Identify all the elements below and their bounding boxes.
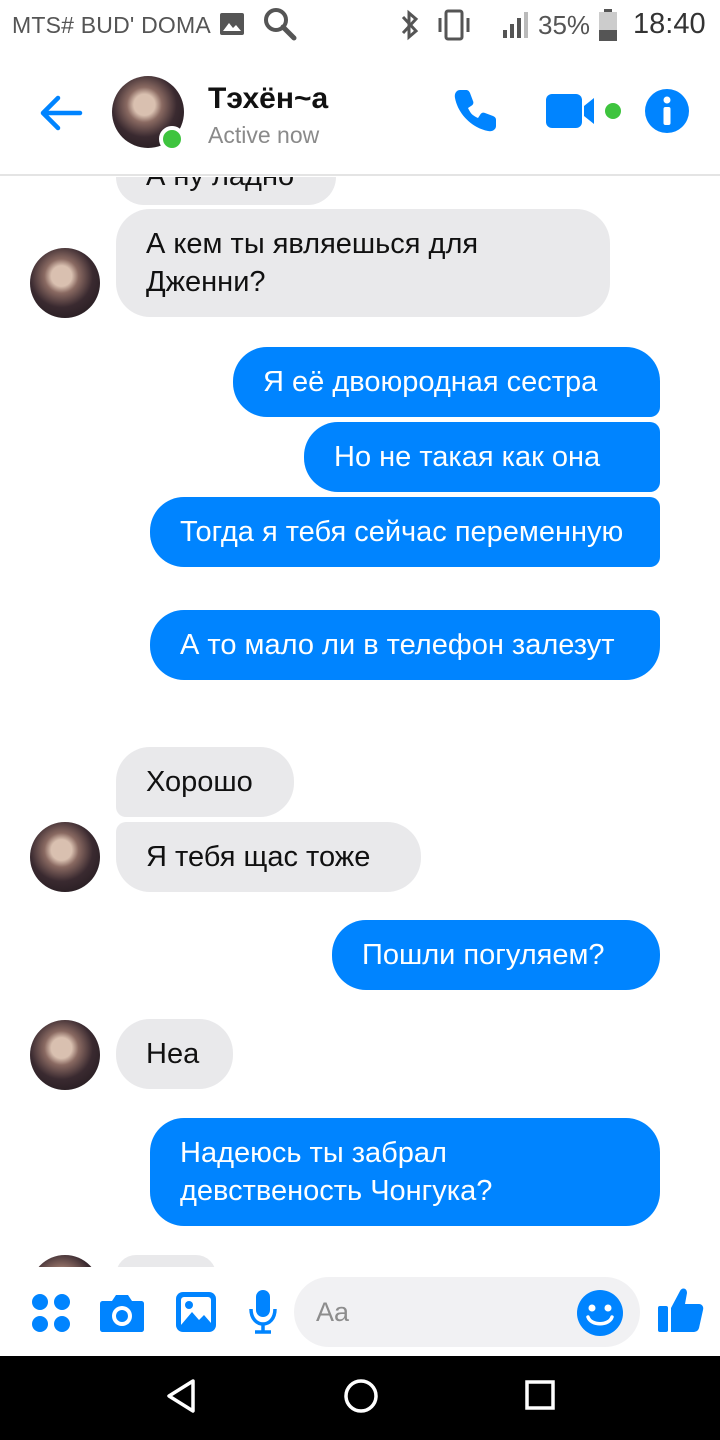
composer-bar: Aa [0, 1267, 720, 1356]
active-status: Active now [208, 122, 320, 148]
home-circle-icon[interactable] [343, 1378, 379, 1414]
message-incoming[interactable]: Хорошо [116, 747, 294, 817]
vibrate-icon [438, 9, 470, 41]
message-outgoing[interactable]: Но не такая как она [304, 422, 660, 492]
online-indicator [159, 126, 185, 152]
battery-icon [599, 9, 617, 41]
signal-icon [503, 12, 528, 38]
back-icon[interactable] [36, 88, 86, 138]
microphone-icon[interactable] [248, 1289, 278, 1335]
message-incoming[interactable]: А кем ты являешься для Дженни? [116, 209, 610, 317]
message-input-placeholder: Aa [316, 1297, 350, 1327]
message-incoming-partial[interactable] [116, 1255, 216, 1267]
emoji-icon[interactable] [576, 1289, 624, 1337]
message-incoming[interactable]: А ну ладно [116, 177, 336, 205]
battery-percent: 35% [538, 10, 591, 40]
bluetooth-icon [401, 9, 419, 41]
sender-avatar[interactable] [30, 822, 100, 892]
sender-avatar[interactable] [30, 1255, 100, 1267]
message-incoming[interactable]: Неа [116, 1019, 233, 1089]
like-icon[interactable] [656, 1285, 706, 1335]
phone-icon[interactable] [450, 84, 502, 136]
system-navigation-bar [0, 1356, 720, 1440]
camera-icon[interactable] [99, 1291, 145, 1333]
message-outgoing[interactable]: Я её двоюродная сестра [233, 347, 660, 417]
apps-icon[interactable] [30, 1292, 72, 1334]
image-icon [220, 13, 244, 35]
gallery-icon[interactable] [175, 1291, 217, 1333]
carrier-label: MTS# BUD' DOMA [12, 12, 211, 38]
conversation-header: Тэхён~a Active now [0, 52, 720, 176]
recents-square-icon[interactable] [525, 1380, 555, 1410]
status-bar: MTS# BUD' DOMA 35% 18:40 [0, 0, 720, 50]
info-icon[interactable] [644, 88, 690, 134]
message-list[interactable]: А ну ладно А кем ты являешься для Дженни… [0, 177, 720, 1267]
message-outgoing[interactable]: Пошли погуляем? [332, 920, 660, 990]
message-outgoing[interactable]: Надеюсь ты забрал девственость Чонгука? [150, 1118, 660, 1226]
sender-avatar[interactable] [30, 1020, 100, 1090]
contact-name[interactable]: Тэхён~a [208, 82, 328, 116]
message-outgoing[interactable]: А то мало ли в телефон залезут [150, 610, 660, 680]
video-icon[interactable] [544, 92, 624, 132]
sender-avatar[interactable] [30, 248, 100, 318]
search-icon [264, 8, 297, 41]
clock: 18:40 [633, 8, 706, 40]
message-outgoing[interactable]: Тогда я тебя сейчас переменную [150, 497, 660, 567]
message-incoming[interactable]: Я тебя щас тоже [116, 822, 421, 892]
back-triangle-icon[interactable] [166, 1378, 196, 1414]
